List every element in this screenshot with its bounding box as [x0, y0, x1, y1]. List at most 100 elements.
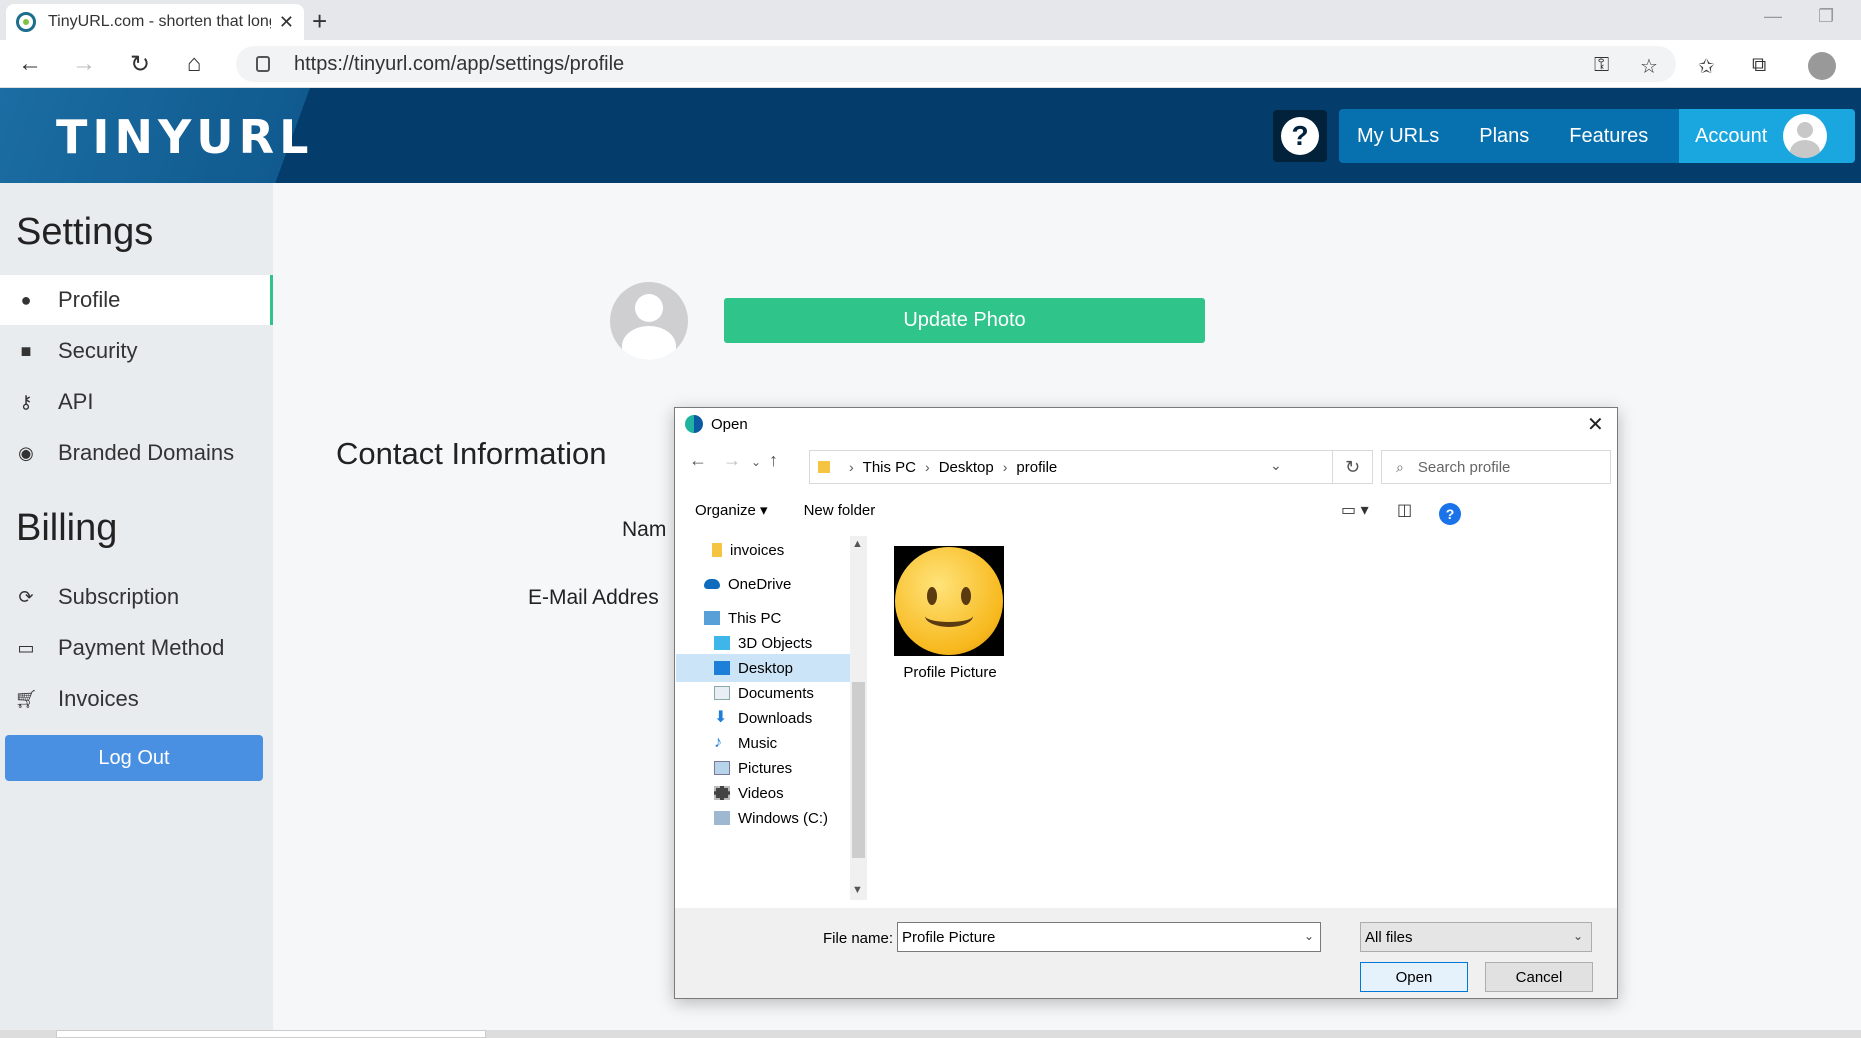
- view-options-icon[interactable]: ▭ ▾: [1341, 500, 1369, 520]
- file-type-select[interactable]: All files ⌄: [1360, 922, 1592, 952]
- computer-icon: [704, 611, 720, 625]
- logout-button[interactable]: Log Out: [5, 735, 263, 781]
- tree-scrollbar[interactable]: ▲ ▼: [850, 536, 867, 900]
- sidebar-item-subscription[interactable]: ⟳ Subscription: [0, 572, 273, 622]
- email-label: E-Mail Addres: [528, 586, 659, 609]
- lock-icon: [256, 56, 270, 72]
- reload-icon[interactable]: ↻: [124, 48, 156, 80]
- main-nav: My URLs Plans Features: [1339, 109, 1679, 163]
- home-icon[interactable]: ⌂: [178, 48, 210, 80]
- nav-account[interactable]: Account: [1679, 109, 1855, 163]
- url-field[interactable]: https://tinyurl.com/app/settings/profile: [236, 46, 1676, 82]
- chevron-down-icon[interactable]: ⌄: [1304, 929, 1314, 943]
- sidebar-item-label: Branded Domains: [58, 440, 235, 465]
- recent-locations-icon[interactable]: ⌄: [751, 455, 761, 469]
- scroll-up-icon[interactable]: ▲: [852, 538, 863, 550]
- sidebar-item-label: Invoices: [58, 686, 139, 711]
- preview-pane-icon[interactable]: ◫: [1397, 500, 1412, 520]
- edge-browser-icon: [685, 415, 703, 433]
- new-tab-icon[interactable]: +: [312, 6, 327, 37]
- sidebar-item-invoices[interactable]: 🛒︎ Invoices: [0, 674, 273, 724]
- forward-arrow-icon[interactable]: →: [68, 48, 100, 80]
- browser-tab[interactable]: TinyURL.com - shorten that long ✕: [6, 4, 304, 40]
- smiley-mouth: [925, 605, 973, 627]
- folder-icon: [818, 461, 830, 473]
- folder-icon: [712, 543, 722, 557]
- smiley-eye: [927, 587, 937, 605]
- file-name-label: File name:: [823, 930, 894, 947]
- tree-item-pictures[interactable]: Pictures: [676, 754, 850, 782]
- desktop-icon: [714, 661, 730, 675]
- sidebar-item-security[interactable]: ■ Security: [0, 326, 273, 376]
- restore-icon[interactable]: ❐: [1818, 6, 1834, 27]
- address-bar-row: ← → ↻ ⌂ https://tinyurl.com/app/settings…: [0, 40, 1861, 88]
- close-tab-icon[interactable]: ✕: [279, 12, 294, 33]
- sidebar-item-payment-method[interactable]: ▭ Payment Method: [0, 623, 273, 673]
- help-button[interactable]: ?: [1273, 110, 1327, 162]
- browser-profile-icon[interactable]: [1808, 52, 1836, 80]
- sidebar-item-branded-domains[interactable]: ◉ Branded Domains: [0, 428, 273, 478]
- organize-button[interactable]: Organize ▾: [695, 501, 768, 519]
- tree-item-videos[interactable]: Videos: [676, 779, 850, 807]
- chevron-down-icon[interactable]: ⌄: [1270, 457, 1282, 474]
- profile-avatar: [610, 282, 688, 360]
- dialog-close-icon[interactable]: ✕: [1587, 412, 1604, 437]
- dialog-footer: File name: Profile Picture ⌄ All files ⌄…: [675, 908, 1617, 998]
- favorites-icon[interactable]: ✩: [1698, 54, 1715, 79]
- dialog-help-icon[interactable]: ?: [1439, 503, 1461, 525]
- open-button[interactable]: Open: [1360, 962, 1468, 992]
- nav-plans[interactable]: Plans: [1479, 125, 1529, 148]
- tree-item-invoices[interactable]: invoices: [676, 536, 850, 564]
- add-favorite-icon[interactable]: ☆: [1640, 54, 1658, 79]
- up-folder-icon[interactable]: ↑: [769, 450, 778, 471]
- tree-item-this-pc[interactable]: This PC: [676, 604, 850, 632]
- contact-information-heading: Contact Information: [336, 436, 607, 471]
- update-photo-button[interactable]: Update Photo: [724, 298, 1205, 343]
- film-icon: [714, 786, 730, 800]
- refresh-icon: ⟳: [18, 586, 34, 607]
- cloud-icon: [704, 579, 720, 589]
- nav-my-urls[interactable]: My URLs: [1357, 125, 1439, 148]
- breadcrumb[interactable]: › This PC › Desktop › profile ⌄: [809, 450, 1333, 484]
- tree-item-onedrive[interactable]: OneDrive: [676, 570, 850, 598]
- globe-icon: ◉: [18, 442, 34, 463]
- scrollbar-thumb[interactable]: [852, 682, 865, 858]
- tinyurl-favicon-icon: [16, 12, 36, 32]
- cube-icon: [714, 636, 730, 650]
- tinyurl-logo[interactable]: TINYURL: [56, 110, 313, 164]
- bottom-strip-segment: [56, 1030, 486, 1038]
- chevron-down-icon: ⌄: [1572, 929, 1583, 943]
- file-thumbnail: [894, 546, 1004, 656]
- tree-item-downloads[interactable]: ⬇ Downloads: [676, 704, 850, 732]
- minimize-icon[interactable]: —: [1764, 6, 1782, 27]
- tree-item-music[interactable]: ♪ Music: [676, 729, 850, 757]
- dialog-back-icon[interactable]: ←: [689, 450, 707, 471]
- tree-item-documents[interactable]: Documents: [676, 679, 850, 707]
- search-input[interactable]: ⌕ Search profile: [1381, 450, 1611, 484]
- key-icon[interactable]: ⚿: [1594, 54, 1609, 77]
- tree-item-label: Pictures: [738, 759, 793, 777]
- dialog-forward-icon[interactable]: →: [723, 450, 741, 471]
- tree-item-label: invoices: [730, 541, 785, 559]
- collections-icon[interactable]: ⧉: [1752, 54, 1766, 77]
- open-file-dialog: Open ✕ ← → ⌄ ↑ › This PC › Desktop › pro…: [674, 407, 1618, 999]
- new-folder-button[interactable]: New folder: [804, 502, 876, 519]
- smiley-eye: [961, 587, 971, 605]
- tree-item-windows-c[interactable]: Windows (C:): [676, 804, 850, 832]
- sidebar-item-profile[interactable]: ● Profile: [0, 275, 273, 325]
- account-avatar-icon: [1783, 114, 1828, 158]
- sidebar-item-api[interactable]: ⚷ API: [0, 377, 273, 427]
- refresh-button[interactable]: ↻: [1333, 450, 1373, 484]
- cancel-button[interactable]: Cancel: [1485, 962, 1593, 992]
- breadcrumb-this-pc[interactable]: This PC: [863, 459, 916, 476]
- dialog-toolbar: Organize ▾ New folder: [675, 492, 1617, 528]
- tree-item-3d-objects[interactable]: 3D Objects: [676, 629, 850, 657]
- breadcrumb-profile[interactable]: profile: [1016, 459, 1057, 476]
- file-name-input[interactable]: Profile Picture ⌄: [897, 922, 1321, 952]
- breadcrumb-desktop[interactable]: Desktop: [939, 459, 994, 476]
- tree-item-label: Downloads: [738, 709, 813, 727]
- nav-features[interactable]: Features: [1569, 125, 1648, 148]
- back-arrow-icon[interactable]: ←: [14, 48, 46, 80]
- tree-item-desktop[interactable]: Desktop: [676, 654, 850, 682]
- scroll-down-icon[interactable]: ▼: [852, 884, 863, 896]
